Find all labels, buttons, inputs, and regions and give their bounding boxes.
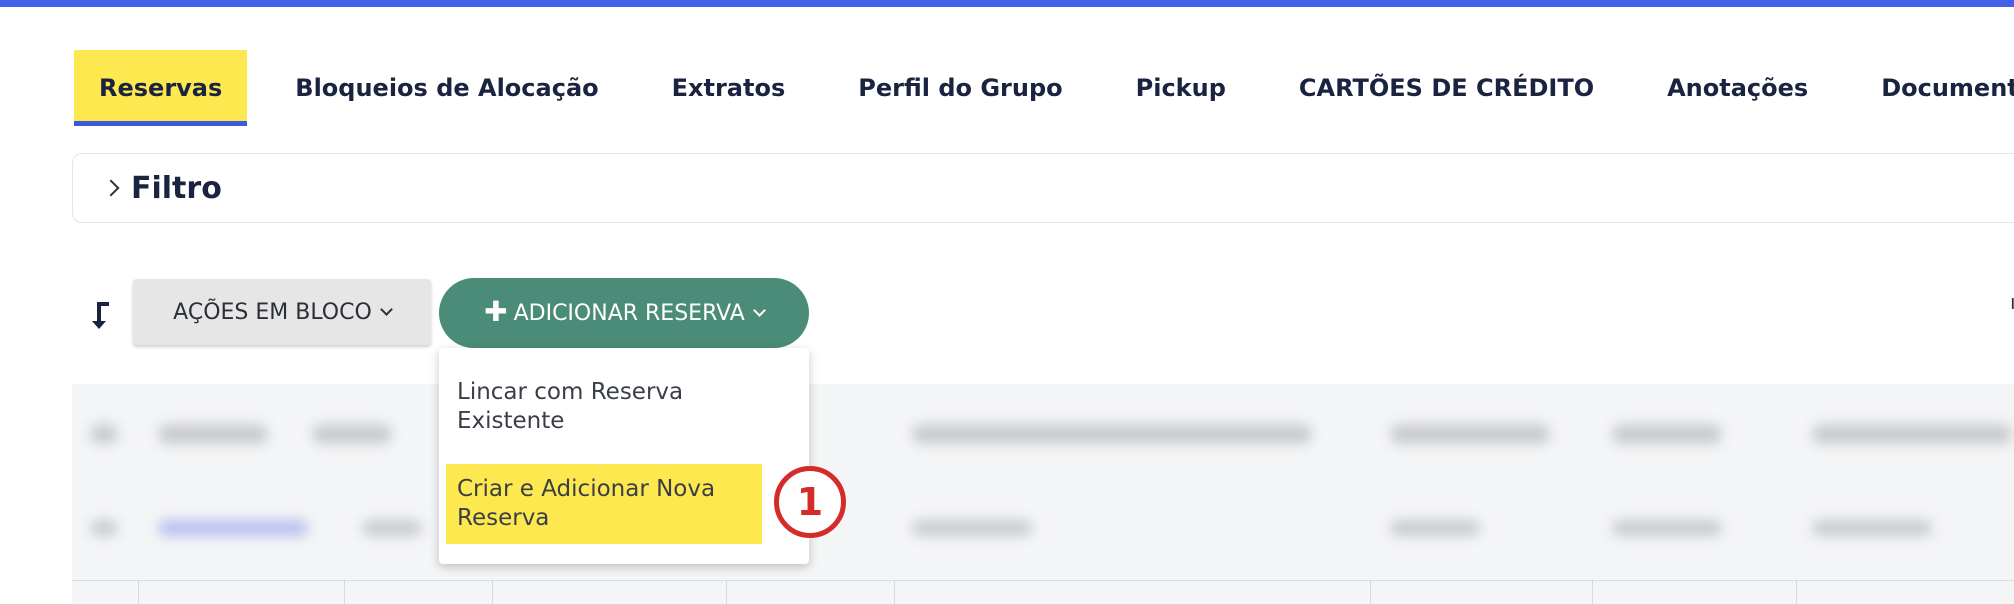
sort-arrow-icon[interactable] [90, 299, 112, 331]
tab-perfil-do-grupo[interactable]: Perfil do Grupo [833, 50, 1087, 126]
menu-item-link-existing-reservation[interactable]: Lincar com Reserva Existente [457, 378, 777, 436]
chevron-down-icon [752, 303, 766, 317]
add-reservation-menu: Lincar com Reserva Existente Criar e Adi… [439, 348, 809, 564]
tab-pickup[interactable]: Pickup [1111, 50, 1251, 126]
tab-bar: Reservas Bloqueios de Alocação Extratos … [74, 50, 2014, 126]
tab-reservas[interactable]: Reservas [74, 50, 248, 126]
clipped-edge-glyph: ı [2010, 290, 2014, 314]
menu-item-create-new-reservation[interactable]: Criar e Adicionar Nova Reserva [446, 464, 762, 544]
reservations-table-blurred [72, 384, 2014, 604]
chevron-right-icon [102, 179, 120, 197]
tab-documentos[interactable]: Documentos [1856, 50, 2014, 126]
tab-anotacoes[interactable]: Anotações [1642, 50, 1833, 126]
table-row [72, 498, 2014, 558]
bulk-actions-button[interactable]: AÇÕES EM BLOCO [133, 279, 431, 345]
bulk-actions-label: AÇÕES EM BLOCO [173, 299, 372, 325]
tab-extratos[interactable]: Extratos [647, 50, 811, 126]
plus-icon: ✚ [484, 295, 508, 328]
tab-cartoes-de-credito[interactable]: CARTÕES DE CRÉDITO [1274, 50, 1619, 126]
chevron-down-icon [379, 302, 393, 316]
add-reservation-label: ADICIONAR RESERVA [513, 300, 745, 326]
step-marker: 1 [774, 466, 846, 538]
filter-label: Filtro [131, 170, 222, 206]
tab-bloqueios-de-alocacao[interactable]: Bloqueios de Alocação [270, 50, 623, 126]
top-accent-bar [0, 0, 2014, 7]
table-header-row [72, 402, 2014, 462]
add-reservation-button[interactable]: ✚ ADICIONAR RESERVA [439, 278, 809, 348]
filter-panel-toggle[interactable]: Filtro [72, 153, 2014, 223]
